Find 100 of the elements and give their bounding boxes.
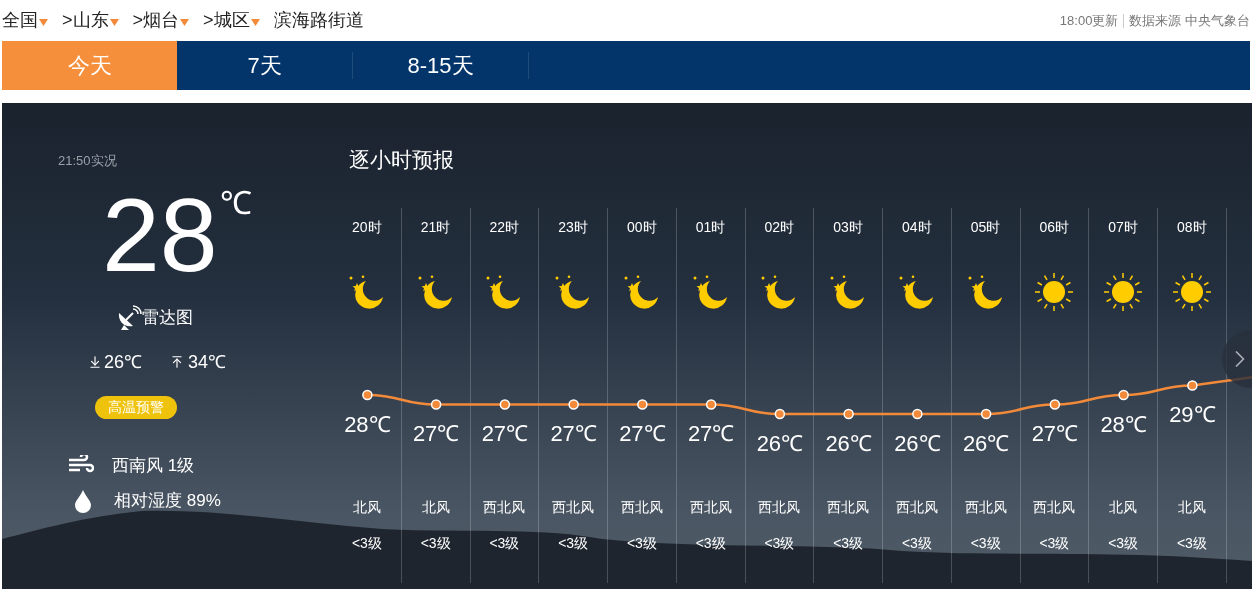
hour-label: 04时 [902,217,932,236]
moon-icon [691,274,730,309]
temperature-unit: ℃ [712,421,735,447]
breadcrumb-link[interactable]: >城区 [203,7,250,34]
data-source: 数据来源 中央气象台 [1129,11,1250,30]
temperature-unit: ℃ [506,421,529,447]
hour-label: 23时 [558,217,588,236]
temperature-value: 27 [412,421,438,447]
caret-icon [109,19,119,26]
sun-icon [1034,271,1075,312]
temperature-unit: ℃ [918,430,941,457]
wind-level: <3级 [1108,533,1139,552]
hour-label: 22时 [489,217,520,236]
wind-info: 西南风 1级 [112,454,195,477]
caret-icon [180,19,190,26]
temperature-unit: ℃ [1193,402,1216,428]
moon-icon [897,274,936,309]
wind-direction: 西北风 [964,497,1007,516]
update-time: 18:00更新 [1059,11,1119,30]
wind-level: <3级 [764,533,795,552]
high-temperature: 34℃ [188,350,227,374]
temperature-unit: ℃ [849,430,872,457]
wind-direction: 西北风 [1033,497,1076,516]
temperature-point [568,398,579,410]
temperature-point [1049,398,1061,410]
temperature-value: 27 [1031,421,1057,447]
wind-direction: 北风 [421,497,450,516]
wind-level: <3级 [351,533,382,552]
temperature-value: 26 [962,430,988,457]
wind-level: <3级 [901,533,932,552]
hour-label: 05时 [970,217,1001,236]
temperature-point [843,408,854,419]
breadcrumb-link[interactable]: >烟台 [132,7,180,34]
wind-direction: 西北风 [827,497,870,516]
temperature-unit: ℃ [368,411,391,438]
high-arrow-icon [170,355,185,369]
breadcrumb-link[interactable]: 全国 [2,7,38,34]
wind-direction: 北风 [352,497,381,516]
tab[interactable]: 8-15天 [353,41,528,90]
wind-level: <3级 [1176,533,1207,552]
wind-direction: 西北风 [483,497,526,516]
moon-icon [966,274,1005,309]
hour-label: 00时 [627,217,657,236]
temperature-value: 27 [550,421,575,447]
temperature-point [430,398,442,410]
temperature-point [980,408,992,419]
temperature-unit: ℃ [1124,411,1147,438]
temperature-unit: ℃ [574,421,597,447]
wind-level: <3级 [558,533,589,552]
temperature-value: 27 [481,421,507,447]
radar-link[interactable]: 雷达图 [116,304,193,331]
temperature-unit: ℃ [987,430,1010,457]
caret-icon [250,19,260,26]
wind-level: <3级 [833,533,864,552]
temperature-unit: ℃ [437,421,460,447]
moon-icon [622,274,661,309]
temperature-point [637,398,648,410]
tab[interactable]: 7天 [177,41,352,90]
temperature-value: 26 [894,430,919,457]
section-title: 逐小时预报 [349,147,454,173]
temperature-point [499,398,511,410]
wind-direction: 西北风 [689,497,732,516]
hour-label: 03时 [833,217,863,236]
temperature-unit: ℃ [1056,421,1079,447]
temperature-value: 29 [1169,402,1194,428]
wind-level: <3级 [420,533,451,552]
wind-level: <3级 [1039,533,1070,552]
water-drop-icon [74,488,92,513]
wind-direction: 西北风 [895,497,938,516]
sun-icon [1103,271,1144,312]
wind-direction: 西北风 [758,497,801,516]
satellite-dish-icon [116,304,142,331]
sun-icon [1171,271,1212,312]
wind-direction: 北风 [1109,497,1138,516]
temperature-unit: ℃ [643,421,666,447]
wind-level: <3级 [695,533,726,552]
wind-direction: 北风 [1177,497,1206,516]
low-temperature: 26℃ [104,350,143,374]
temperature-point [1187,379,1198,391]
temperature-value: 28 [1100,411,1125,438]
hour-label: 01时 [695,217,726,236]
temperature-unit: ℃ [219,186,252,219]
wind-level: <3级 [970,533,1001,552]
hour-label: 06时 [1039,217,1070,236]
moon-icon [416,274,455,309]
temperature-value: 26 [756,430,782,457]
temperature-value: 27 [619,421,644,447]
caret-icon [39,19,48,26]
hour-label: 08时 [1177,217,1207,236]
hour-label: 20时 [352,217,382,236]
hour-label: 21时 [420,217,451,236]
temperature-value: 26 [825,430,850,457]
temperature-point [705,398,717,410]
hour-label: 07时 [1108,217,1138,236]
next-button[interactable] [1222,330,1252,388]
temperature-unit: ℃ [781,430,804,457]
observation-time: 21:50实况 [58,152,117,170]
hour-label: 02时 [764,217,795,236]
breadcrumb-link[interactable]: >山东 [62,7,109,34]
breadcrumb-link[interactable]: 滨海路街道 [273,7,364,34]
